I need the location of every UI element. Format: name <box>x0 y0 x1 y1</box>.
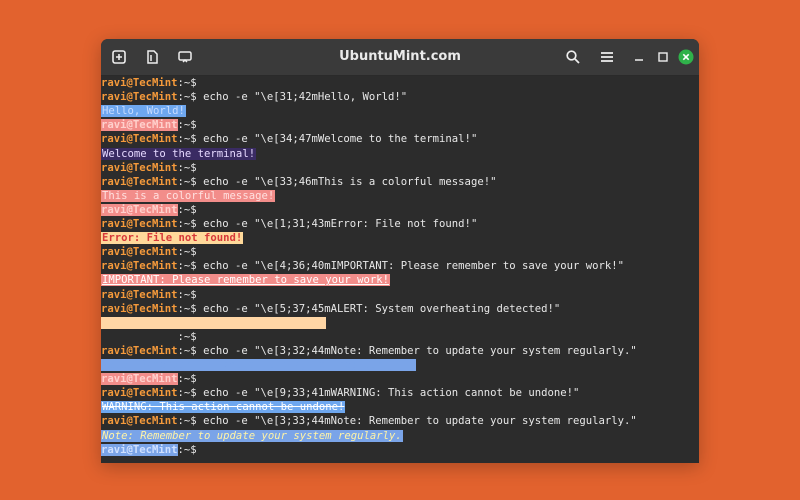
command-text: echo -e "\e[9;33;41mWARNING: This action… <box>196 387 580 400</box>
output-text: Hello, World! <box>101 105 186 118</box>
prompt-user: ravi@TecMint <box>101 133 178 146</box>
output-text: Error: File not found! <box>101 232 244 245</box>
prompt-user: ravi@TecMint <box>101 161 178 174</box>
prompt-user: ravi@TecMint <box>101 415 178 428</box>
output-line: Note: Remember to update your system reg… <box>101 429 403 443</box>
output-line: Hello, World! <box>101 104 186 118</box>
output-line: Welcome to the terminal! <box>101 147 257 161</box>
prompt-separator: :~$ <box>177 175 197 188</box>
prompt-separator: :~$ <box>177 260 197 273</box>
output-line: Error: File not found! <box>101 231 244 245</box>
prompt-line: ravi@TecMint:~$ <box>101 330 197 344</box>
prompt-separator: :~$ <box>177 203 197 216</box>
prompt-line: ravi@TecMint:~$ echo -e "\e[33;46mThis i… <box>101 175 496 189</box>
prompt-separator: :~$ <box>177 443 197 456</box>
prompt-line: ravi@TecMint:~$ <box>101 76 197 90</box>
prompt-line: ravi@TecMint:~$ echo -e "\e[31;42mHello,… <box>101 90 407 104</box>
output-text: WARNING: This action cannot be undone! <box>101 401 346 414</box>
prompt-user: ravi@TecMint <box>101 218 178 230</box>
prompt-separator: :~$ <box>177 330 197 343</box>
prompt-separator: :~$ <box>177 344 197 357</box>
title-bar: UbuntuMint.com <box>101 39 699 76</box>
prompt-user: ravi@TecMint <box>101 288 178 301</box>
output-text: Welcome to the terminal! <box>101 147 257 160</box>
prompt-user: ravi@TecMint <box>101 387 178 400</box>
prompt-line: ravi@TecMint:~$ <box>101 372 197 386</box>
terminal-output[interactable]: ravi@TecMint:~$ ravi@TecMint:~$ echo -e "… <box>101 76 699 463</box>
command-text: echo -e "\e[1;31;43mError: File not foun… <box>196 218 478 230</box>
prompt-user: ravi@TecMint <box>101 91 178 104</box>
prompt-separator: :~$ <box>177 246 197 259</box>
prompt-line: ravi@TecMint:~$ echo -e "\e[5;37;45mALER… <box>101 302 560 316</box>
minimize-icon[interactable] <box>629 47 649 67</box>
prompt-user: ravi@TecMint <box>101 175 178 188</box>
prompt-line: ravi@TecMint:~$ <box>101 443 197 457</box>
prompt-separator: :~$ <box>177 218 197 230</box>
terminal-window: UbuntuMint.com ravi@TecMint:~$ ravi@TecMi… <box>101 39 699 463</box>
command-text: echo -e "\e[3;33;44mNote: Remember to up… <box>196 415 637 428</box>
output-line: Note: Remember to update your system reg… <box>101 358 416 372</box>
output-line: IMPORTANT: Please remember to save your … <box>101 273 391 287</box>
prompt-separator: :~$ <box>177 373 197 386</box>
command-text: echo -e "\e[4;36;40mIMPORTANT: Please re… <box>196 260 625 273</box>
prompt-user: ravi@TecMint <box>101 344 178 357</box>
prompt-line: ravi@TecMint:~$ <box>101 118 197 132</box>
prompt-line: ravi@TecMint:~$ echo -e "\e[3;33;44mNote… <box>101 414 637 428</box>
prompt-separator: :~$ <box>177 387 197 400</box>
menu-icon[interactable] <box>597 47 617 67</box>
prompt-line: ravi@TecMint:~$ <box>101 288 197 302</box>
prompt-user: ravi@TecMint <box>101 119 178 132</box>
prompt-user: ravi@TecMint <box>101 246 178 259</box>
prompt-line: ravi@TecMint:~$ echo -e "\e[1;31;43mErro… <box>101 217 477 231</box>
prompt-separator: :~$ <box>177 119 197 132</box>
output-line: WARNING: This action cannot be undone! <box>101 400 346 414</box>
prompt-user: ravi@TecMint <box>101 77 178 89</box>
output-text: This is a colorful message! <box>101 189 276 202</box>
command-text: echo -e "\e[31;42mHello, World!" <box>196 91 408 104</box>
prompt-line: ravi@TecMint:~$ echo -e "\e[9;33;41mWARN… <box>101 386 579 400</box>
prompt-line: ravi@TecMint:~$ <box>101 245 197 259</box>
command-text: echo -e "\e[33;46mThis is a colorful mes… <box>196 175 497 188</box>
output-line: ALERT: System overheating detected! <box>101 316 327 330</box>
command-text: echo -e "\e[34;47mWelcome to the termina… <box>196 133 478 146</box>
prompt-line: ravi@TecMint:~$ echo -e "\e[4;36;40mIMPO… <box>101 259 624 273</box>
prompt-user: ravi@TecMint <box>101 203 178 216</box>
output-text: Note: Remember to update your system reg… <box>101 429 403 442</box>
output-text: Note: Remember to update your system reg… <box>101 359 416 371</box>
prompt-user: ravi@TecMint <box>101 443 178 456</box>
output-line: This is a colorful message! <box>101 189 276 203</box>
maximize-icon[interactable] <box>653 47 673 67</box>
close-icon[interactable] <box>676 47 696 67</box>
prompt-separator: :~$ <box>177 302 197 315</box>
prompt-line: ravi@TecMint:~$ echo -e "\e[34;47mWelcom… <box>101 132 477 146</box>
prompt-separator: :~$ <box>177 161 197 174</box>
output-text: ALERT: System overheating detected! <box>101 316 327 329</box>
prompt-user: ravi@TecMint <box>101 373 178 386</box>
prompt-line: ravi@TecMint:~$ echo -e "\e[3;32;44mNote… <box>101 344 637 358</box>
prompt-user: ravi@TecMint <box>101 260 178 273</box>
search-icon[interactable] <box>563 47 583 67</box>
prompt-user: ravi@TecMint <box>101 302 178 315</box>
command-text: echo -e "\e[3;32;44mNote: Remember to up… <box>196 344 637 357</box>
prompt-line: ravi@TecMint:~$ <box>101 161 197 175</box>
prompt-user: ravi@TecMint <box>101 331 178 343</box>
prompt-separator: :~$ <box>177 77 197 89</box>
command-text: echo -e "\e[5;37;45mALERT: System overhe… <box>196 302 561 315</box>
prompt-separator: :~$ <box>177 133 197 146</box>
prompt-line: ravi@TecMint:~$ <box>101 203 197 217</box>
output-text: IMPORTANT: Please remember to save your … <box>101 274 391 287</box>
prompt-separator: :~$ <box>177 415 197 428</box>
prompt-separator: :~$ <box>177 91 197 104</box>
prompt-separator: :~$ <box>177 288 197 301</box>
